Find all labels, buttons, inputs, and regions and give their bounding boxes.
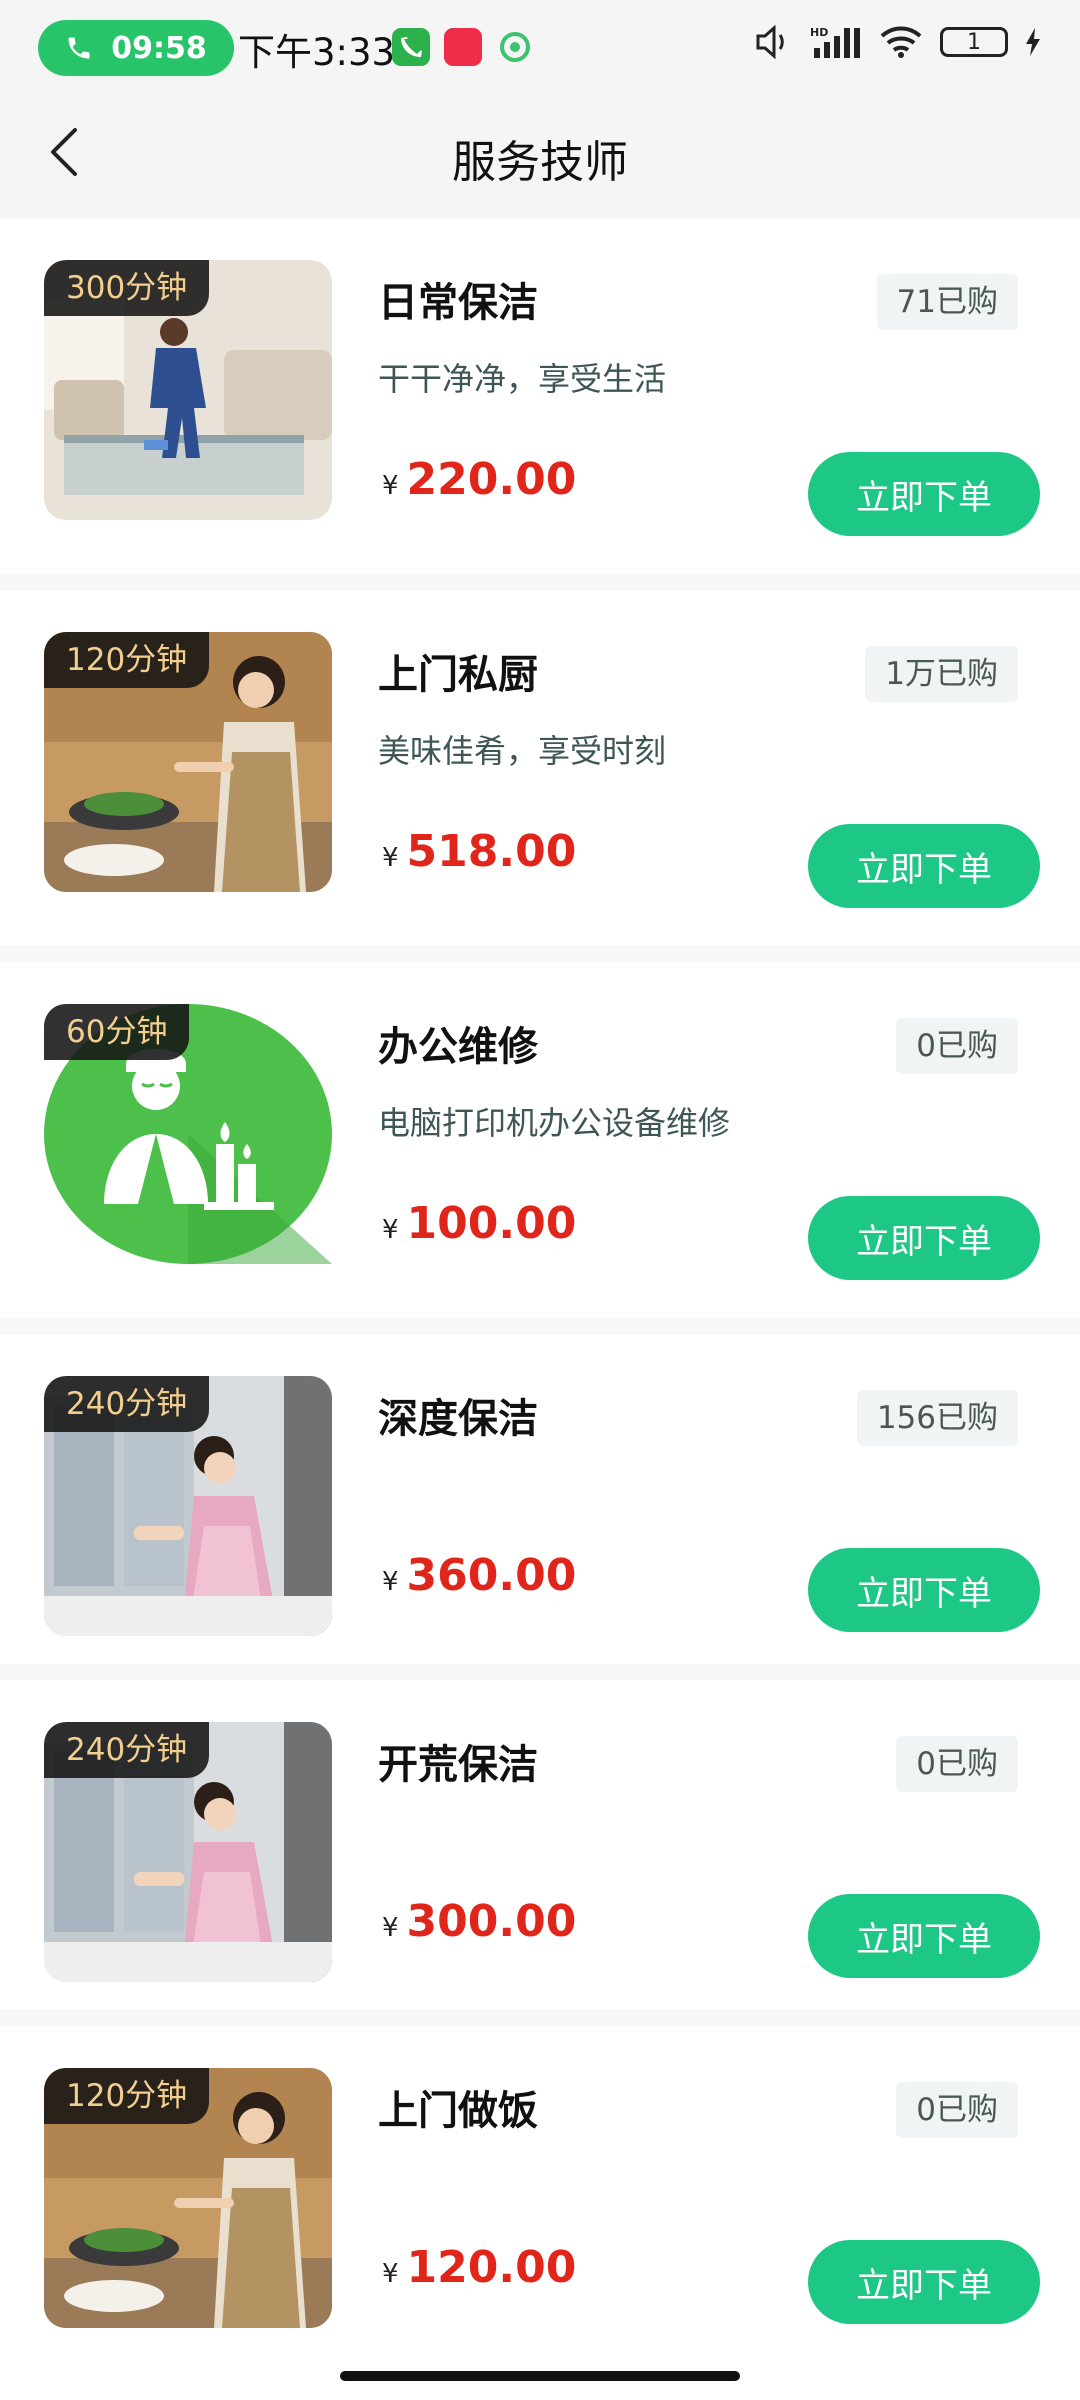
price-amount: 120.00 (406, 2242, 577, 2293)
service-price: ¥ 360.00 (382, 1550, 576, 1601)
price-amount: 220.00 (406, 454, 577, 505)
order-now-button[interactable]: 立即下单 (808, 452, 1040, 536)
service-title: 上门做饭 (378, 2088, 538, 2134)
divider (0, 1318, 1080, 1334)
sold-count-badge: 71已购 (876, 274, 1018, 330)
service-card[interactable]: 300分钟 日常保洁 干干净净，享受生活 71已购 ¥ 220.00 立即下单 (0, 218, 1080, 558)
sold-count-badge: 0已购 (896, 1018, 1018, 1074)
phone-icon (68, 37, 90, 59)
service-price: ¥ 518.00 (382, 826, 576, 877)
status-bar: 09:58 下午3:33 HD 1 (0, 0, 1080, 96)
currency-symbol: ¥ (382, 1215, 399, 1245)
duration-badge: 240分钟 (44, 1376, 210, 1432)
service-image-spa-icon: 60分钟 (44, 1004, 332, 1264)
service-image-cooking: 120分钟 (44, 2068, 332, 2328)
service-card[interactable]: 240分钟 开荒保洁 0已购 ¥ 300.00 立即下单 (0, 1680, 1080, 2010)
order-now-button[interactable]: 立即下单 (808, 1894, 1040, 1978)
price-amount: 100.00 (406, 1198, 577, 1249)
service-title: 深度保洁 (378, 1396, 538, 1442)
service-image-cleaning: 300分钟 (44, 260, 332, 520)
charging-icon (1026, 28, 1040, 56)
order-now-button[interactable]: 立即下单 (808, 824, 1040, 908)
signal-icon: HD (810, 26, 860, 58)
price-amount: 300.00 (406, 1896, 577, 1947)
duration-badge: 60分钟 (44, 1004, 190, 1060)
service-card[interactable]: 120分钟 上门做饭 0已购 ¥ 120.00 立即下单 (0, 2026, 1080, 2356)
battery-icon: 1 (940, 27, 1008, 57)
currency-symbol: ¥ (382, 2259, 399, 2289)
service-title: 日常保洁 (378, 280, 538, 326)
system-indicators: HD 1 (754, 24, 1042, 60)
order-now-button[interactable]: 立即下单 (808, 1548, 1040, 1632)
sold-count-badge: 156已购 (856, 1390, 1018, 1446)
service-image-window-cleaning: 240分钟 (44, 1376, 332, 1636)
phone-app-icon (392, 28, 430, 66)
service-price: ¥ 300.00 (382, 1896, 576, 1947)
call-duration: 09:58 (111, 30, 207, 66)
price-amount: 518.00 (406, 826, 577, 877)
currency-symbol: ¥ (382, 1913, 399, 1943)
service-price: ¥ 100.00 (382, 1198, 576, 1249)
divider (0, 574, 1080, 590)
currency-symbol: ¥ (382, 471, 399, 501)
currency-symbol: ¥ (382, 1567, 399, 1597)
service-price: ¥ 220.00 (382, 454, 576, 505)
service-image-cooking: 120分钟 (44, 632, 332, 892)
home-indicator[interactable] (340, 2371, 740, 2381)
service-card[interactable]: 60分钟 办公维修 电脑打印机办公设备维修 0已购 ¥ 100.00 立即下单 (0, 962, 1080, 1302)
battery-level: 1 (967, 29, 981, 55)
order-now-button[interactable]: 立即下单 (808, 1196, 1040, 1280)
divider (0, 1664, 1080, 1680)
navigation-bar: 服务技师 (0, 96, 1080, 218)
service-description: 美味佳肴，享受时刻 (378, 732, 667, 770)
service-title: 上门私厨 (378, 652, 538, 698)
service-title: 办公维修 (378, 1024, 538, 1070)
wifi-icon (880, 26, 922, 58)
duration-badge: 120分钟 (44, 2068, 210, 2124)
service-description: 电脑打印机办公设备维修 (378, 1104, 731, 1142)
duration-badge: 300分钟 (44, 260, 210, 316)
service-card[interactable]: 120分钟 上门私厨 美味佳肴，享受时刻 1万已购 ¥ 518.00 立即下单 (0, 590, 1080, 930)
order-now-button[interactable]: 立即下单 (808, 2240, 1040, 2324)
status-clock: 下午3:33 (238, 31, 396, 74)
ongoing-call-pill[interactable]: 09:58 (38, 20, 234, 76)
price-amount: 360.00 (406, 1550, 577, 1601)
sold-count-badge: 0已购 (896, 2082, 1018, 2138)
volume-icon (756, 25, 784, 59)
duration-badge: 120分钟 (44, 632, 210, 688)
page-title: 服务技师 (452, 137, 628, 188)
currency-symbol: ¥ (382, 843, 399, 873)
duration-badge: 240分钟 (44, 1722, 210, 1778)
sold-count-badge: 0已购 (896, 1736, 1018, 1792)
service-description: 干干净净，享受生活 (378, 360, 667, 398)
divider (0, 946, 1080, 962)
service-price: ¥ 120.00 (382, 2242, 576, 2293)
divider (0, 2010, 1080, 2026)
svg-text:HD: HD (810, 26, 828, 39)
xiaohongshu-icon (444, 28, 482, 66)
service-title: 开荒保洁 (378, 1742, 538, 1788)
service-image-window-cleaning: 240分钟 (44, 1722, 332, 1982)
sold-count-badge: 1万已购 (865, 646, 1018, 702)
app-circle-icon (496, 28, 534, 66)
service-card[interactable]: 240分钟 深度保洁 156已购 ¥ 360.00 立即下单 (0, 1334, 1080, 1664)
